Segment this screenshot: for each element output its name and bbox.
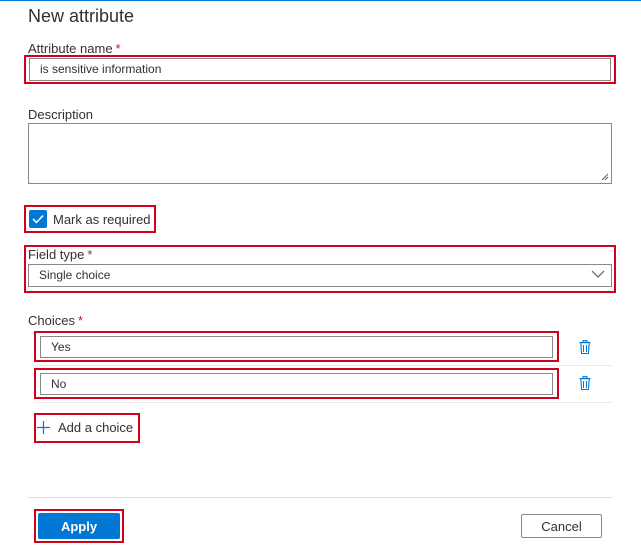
attribute-name-input[interactable]: is sensitive information [29, 58, 611, 81]
mark-required-checkbox[interactable] [29, 210, 47, 228]
choice-input-no[interactable]: No [40, 373, 553, 395]
top-accent-line [0, 0, 641, 1]
choice-input-yes[interactable]: Yes [40, 336, 553, 358]
choices-label: Choices * [28, 313, 83, 328]
attribute-name-label-text: Attribute name [28, 41, 113, 56]
description-label: Description [28, 107, 94, 122]
field-type-selected: Single choice [39, 268, 111, 282]
trash-icon[interactable] [579, 376, 591, 390]
field-type-dropdown[interactable]: Single choice [28, 264, 612, 287]
required-mark: * [87, 247, 93, 262]
resize-grip-icon[interactable] [601, 173, 609, 181]
choice-row-divider [34, 365, 612, 366]
panel-title: New attribute [28, 6, 135, 26]
required-mark: * [77, 313, 84, 328]
chevron-down-icon [591, 270, 605, 278]
footer-divider [28, 497, 612, 498]
description-textarea[interactable] [28, 123, 612, 184]
add-choice-label: Add a choice [58, 420, 134, 435]
required-mark: * [115, 41, 121, 56]
add-choice-button[interactable]: Add a choice [37, 420, 133, 435]
attribute-name-label: Attribute name * [28, 41, 121, 56]
checkmark-icon [32, 214, 44, 224]
plus-icon [37, 421, 50, 434]
choices-label-text: Choices [28, 313, 75, 328]
mark-required-label: Mark as required [53, 212, 151, 227]
apply-button[interactable]: Apply [38, 513, 120, 539]
field-type-label: Field type * [28, 247, 92, 262]
cancel-button[interactable]: Cancel [521, 514, 602, 538]
choice-row-divider [34, 402, 612, 403]
trash-icon[interactable] [579, 340, 591, 354]
field-type-label-text: Field type [28, 247, 85, 262]
